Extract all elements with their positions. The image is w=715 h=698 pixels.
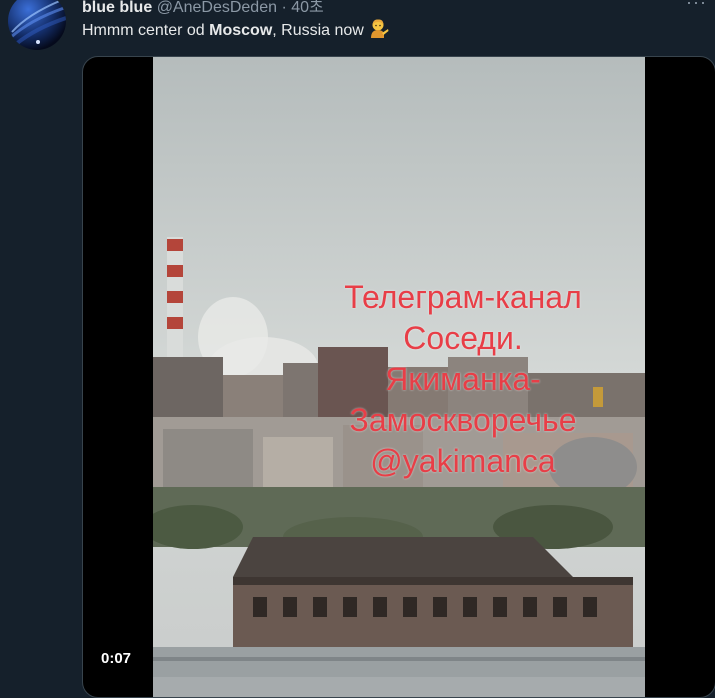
avatar-image [8, 0, 66, 46]
video-caption-overlay: Телеграм-канал Соседи. Якиманка- Замоскв… [303, 277, 623, 482]
tweet-header: blue blue @AneDesDeden · 40초 [82, 0, 324, 17]
person-tipping-hand-emoji [371, 19, 389, 38]
caption-line: Замоскворечье [349, 402, 577, 438]
author-name[interactable]: blue blue [82, 0, 152, 16]
tweet-text-bold: Moscow [209, 22, 273, 39]
tweet-text-start: Hmmm center od [82, 22, 210, 39]
more-options-icon[interactable]: ··· [686, 0, 707, 13]
tweet-text: Hmmm center od Moscow, Russia now [82, 18, 389, 42]
author-handle[interactable]: @AneDesDeden [157, 0, 277, 16]
caption-line: Телеграм-канал [344, 279, 582, 315]
video-timestamp: 0:07 [93, 647, 140, 670]
caption-line: Якиманка- [385, 361, 541, 397]
tweet-time[interactable]: · 40초 [281, 0, 323, 16]
tweet-text-end: , Russia now [272, 22, 364, 39]
video-frame[interactable]: Телеграм-канал Соседи. Якиманка- Замоскв… [153, 57, 645, 697]
caption-line: @yakimanca [370, 443, 556, 479]
video-player[interactable]: Телеграм-канал Соседи. Якиманка- Замоскв… [82, 56, 715, 698]
caption-line: Соседи. [403, 320, 523, 356]
avatar[interactable] [8, 0, 66, 50]
